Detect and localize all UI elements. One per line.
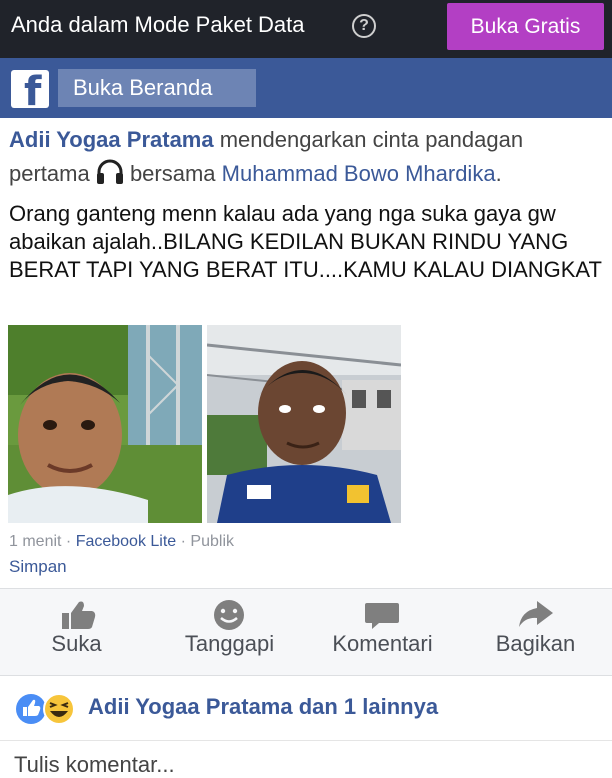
- post-with-text: bersama: [123, 161, 222, 186]
- open-free-button[interactable]: Buka Gratis: [447, 3, 604, 50]
- haha-reaction-icon: [43, 693, 75, 725]
- post-privacy: Publik: [190, 533, 234, 550]
- post-time[interactable]: 1 menit: [9, 533, 61, 550]
- data-mode-bar: Anda dalam Mode Paket Data ? Buka Gratis: [0, 0, 612, 58]
- comment-label: Komentari: [332, 631, 433, 656]
- post-header: Adii Yogaa Pratama mendengarkan cinta pa…: [9, 123, 604, 191]
- meta-separator-2: ·: [176, 533, 191, 550]
- post-photo-1[interactable]: [8, 325, 202, 523]
- react-button[interactable]: Tanggapi: [153, 589, 306, 675]
- post-header-end: .: [495, 161, 502, 186]
- like-label: Suka: [51, 631, 102, 656]
- post-photo-2[interactable]: [207, 325, 401, 523]
- facebook-header: f Buka Beranda: [0, 58, 612, 118]
- facebook-logo-icon[interactable]: f: [11, 70, 49, 108]
- reactions-text[interactable]: Adii Yogaa Pratama dan 1 lainnya: [88, 694, 438, 720]
- react-label: Tanggapi: [184, 631, 275, 656]
- post-author-link[interactable]: Adii Yogaa Pratama: [9, 127, 214, 152]
- share-icon: [519, 601, 553, 627]
- reaction-icons: [16, 693, 75, 725]
- reactions-summary[interactable]: Adii Yogaa Pratama dan 1 lainnya: [0, 678, 612, 741]
- thumbs-up-icon: [62, 601, 96, 629]
- save-post-link[interactable]: Simpan: [9, 557, 67, 577]
- comment-icon: [365, 603, 399, 629]
- facebook-logo-letter: f: [24, 70, 42, 108]
- meta-separator-1: ·: [61, 533, 76, 550]
- photo-1-image: [8, 325, 202, 523]
- photo-2-image: [207, 325, 401, 523]
- share-label: Bagikan: [495, 631, 576, 656]
- comment-button[interactable]: Komentari: [306, 589, 459, 675]
- open-home-button[interactable]: Buka Beranda: [58, 69, 256, 107]
- help-icon[interactable]: ?: [352, 14, 376, 38]
- post-source-link[interactable]: Facebook Lite: [76, 533, 177, 550]
- tagged-friend-link[interactable]: Muhammad Bowo Mhardika: [222, 161, 496, 186]
- post-meta: 1 menit · Facebook Lite · Publik: [9, 533, 234, 551]
- like-button[interactable]: Suka: [0, 589, 153, 675]
- post-action-bar: Suka Tanggapi Komentari Bagikan: [0, 588, 612, 676]
- post-text: Orang ganteng menn kalau ada yang nga su…: [9, 201, 602, 282]
- share-button[interactable]: Bagikan: [459, 589, 612, 675]
- data-mode-message: Anda dalam Mode Paket Data: [11, 12, 305, 37]
- smiley-icon: [214, 600, 244, 630]
- comment-input[interactable]: Tulis komentar...: [14, 752, 175, 778]
- like-reaction-icon: [16, 694, 46, 724]
- headphones-icon: [96, 159, 123, 184]
